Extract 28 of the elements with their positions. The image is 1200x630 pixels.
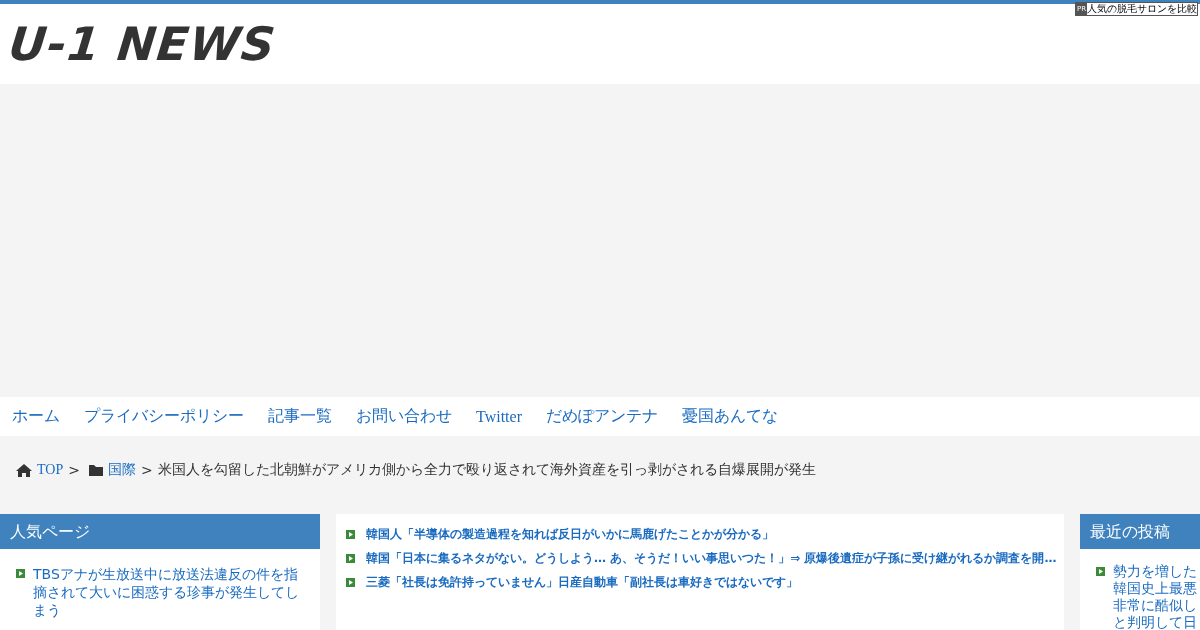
bullet-icon [346,577,355,587]
bullet-icon [346,529,355,539]
site-logo[interactable]: U-1 NEWS [0,4,280,70]
breadcrumb-current: 米国人を勾留した北朝鮮がアメリカ側から全力で殴り返されて海外資産を引っ剥がされる自爆展開が発生 [157,461,816,479]
article-link[interactable]: TBSアナが生放送中に放送法違反の件を指摘されて大いに困惑する珍事が発生してしまう [33,565,308,619]
ad-text: 人気の脱毛サロンを比較 [1087,3,1197,15]
breadcrumb-separator: > [68,462,80,478]
breadcrumb-link[interactable]: TOP [37,462,64,478]
breadcrumb-separator: > [140,462,153,478]
nav-link[interactable]: Twitter [476,407,522,426]
panel-title: 最近の投稿 [1080,514,1200,549]
bullet-icon [1096,567,1105,576]
home-icon [16,463,32,477]
nav-link[interactable]: ホーム [12,406,60,427]
article-link[interactable]: 勢力を増した 韓国史上最悪 非常に酷似し と判明して日 [1113,563,1197,630]
panel-title: 人気ページ [0,514,320,549]
breadcrumb-link[interactable]: 国際 [107,461,136,479]
folder-icon [88,464,103,476]
article-link[interactable]: 三菱「社長は免許持っていません」日産自動車「副社長は車好きではないです」 [366,573,798,591]
bullet-icon [16,569,25,578]
article-link[interactable]: 韓国人「半導体の製造過程を知れば反日がいかに馬鹿げたことかが分かる」 [366,525,774,543]
nav-link[interactable]: 記事一覧 [268,406,332,427]
nav-link[interactable]: お問い合わせ [356,406,452,427]
nav-link[interactable]: だめぽアンテナ [546,406,658,427]
nav-link[interactable]: プライバシーポリシー [84,406,244,427]
bullet-icon [346,553,355,563]
article-link[interactable]: 韓国「日本に集るネタがない。どうしよう… あ、そうだ！いい事思いつた！」⇒ 原爆後遺症が子孫に受け継がれるか調査を開… [366,549,1057,567]
nav-link[interactable]: 憂国あんてな [682,406,778,427]
